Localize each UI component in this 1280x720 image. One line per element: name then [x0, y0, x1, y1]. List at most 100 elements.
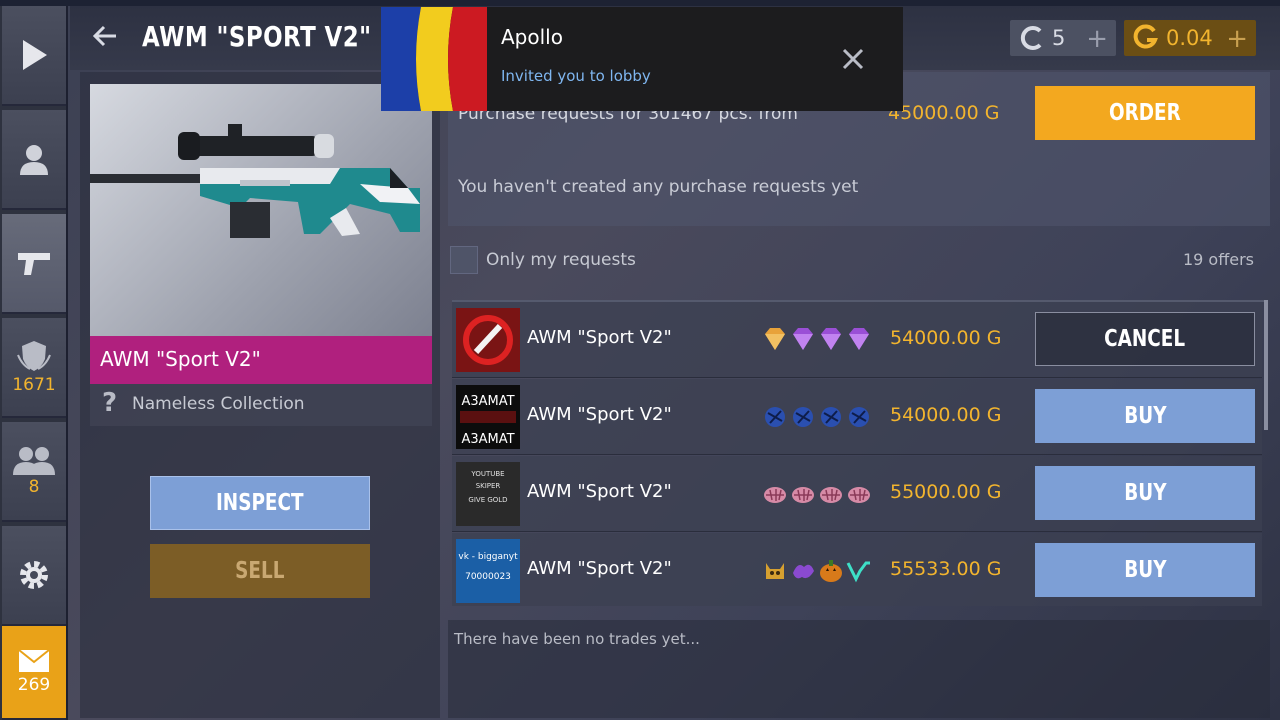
gold-balance: 0.04 + — [1124, 20, 1256, 56]
gear-icon — [20, 561, 48, 589]
pistol-icon — [18, 253, 50, 275]
offer-row: vk - bigganyt 70000023 AWM "Sport V2" 55… — [452, 533, 1262, 606]
only-my-requests-label[interactable]: Only my requests — [486, 250, 636, 270]
rank-value: 1671 — [12, 375, 56, 395]
dragon-badge-icon — [793, 564, 814, 579]
friends-button[interactable]: 8 — [2, 422, 66, 522]
play-icon — [23, 40, 47, 70]
order-button[interactable]: ORDER — [1035, 86, 1255, 140]
sell-button[interactable]: SELL — [150, 544, 370, 598]
offer-item-name: AWM "Sport V2" — [527, 327, 672, 348]
offer-price: 55533.00 G — [890, 558, 1002, 580]
mail-icon — [18, 649, 50, 672]
seller-avatar: A3AMAT A3AMAT — [456, 385, 520, 449]
item-panel: AWM "Sport V2" ? Nameless Collection INS… — [80, 72, 440, 718]
shell-badge-icon — [764, 487, 786, 503]
settings-button[interactable] — [2, 526, 66, 626]
notification-sender: Apollo — [501, 25, 563, 49]
gold-g-icon — [1133, 24, 1158, 49]
avatar-text: SKIPER — [476, 482, 501, 490]
seller-avatar — [456, 308, 520, 372]
shell-badge-icon — [792, 487, 814, 503]
offer-row: A3AMAT A3AMAT AWM "Sport V2" 54000.00 G … — [452, 379, 1262, 455]
offer-item-name: AWM "Sport V2" — [527, 404, 672, 425]
shell-badge-icon — [848, 487, 870, 503]
sell-label: SELL — [235, 558, 285, 584]
offer-price: 55000.00 G — [890, 481, 1002, 503]
order-label: ORDER — [1109, 100, 1181, 126]
page-title: AWM "SPORT V2" — [142, 20, 372, 53]
offer-item-name: AWM "Sport V2" — [527, 481, 672, 502]
add-gold-button[interactable]: + — [1226, 24, 1248, 54]
inspect-label: INSPECT — [216, 490, 304, 516]
cancel-offer-button[interactable]: CANCEL — [1035, 312, 1255, 366]
item-name: AWM "Sport V2" — [100, 347, 261, 371]
buy-label: BUY — [1123, 480, 1167, 506]
rank-button[interactable]: 1671 — [2, 318, 66, 418]
mail-count: 269 — [17, 675, 51, 695]
orb-badge-icon — [765, 407, 785, 427]
market-main: Purchase requests for 301467 pcs. from 4… — [448, 72, 1270, 718]
diamond-badge-icon — [793, 328, 813, 350]
no-trades-message: There have been no trades yet... — [454, 630, 700, 648]
orb-badge-icon — [793, 407, 813, 427]
avatar-text: vk - bigganyt — [458, 552, 518, 562]
offer-price: 54000.00 G — [890, 404, 1002, 426]
add-coins-button[interactable]: + — [1086, 24, 1108, 54]
inventory-button[interactable] — [2, 214, 66, 314]
cat-badge-icon — [766, 563, 784, 579]
diamond-badge-icon — [821, 328, 841, 350]
buy-button[interactable]: BUY — [1035, 543, 1255, 597]
coins-balance: 5 + — [1010, 20, 1116, 56]
avatar-text: YOUTUBE — [470, 470, 504, 478]
diamond-badge-icon — [765, 328, 785, 350]
offer-item-name: AWM "Sport V2" — [527, 558, 672, 579]
min-order-price: 45000.00 G — [888, 102, 1000, 124]
profile-button[interactable] — [2, 110, 66, 210]
mail-button[interactable]: 269 — [2, 626, 66, 720]
gold-value: 0.04 — [1166, 26, 1213, 50]
question-icon: ? — [102, 388, 118, 418]
offer-row: AWM "Sport V2" 54000.00 G CANCEL — [452, 302, 1262, 378]
cancel-label: CANCEL — [1104, 326, 1186, 352]
sender-avatar — [381, 7, 487, 111]
friends-icon — [13, 447, 55, 475]
seller-avatar: vk - bigganyt 70000023 — [456, 539, 520, 603]
inspect-button[interactable]: INSPECT — [150, 476, 370, 530]
friends-count: 8 — [28, 477, 40, 497]
offer-price: 54000.00 G — [890, 327, 1002, 349]
offers-list: AWM "Sport V2" 54000.00 G CANCEL A3AMAT … — [452, 300, 1268, 606]
coins-value: 5 — [1052, 26, 1066, 50]
play-button[interactable] — [2, 6, 66, 106]
flag-avatar-icon — [381, 7, 487, 111]
coin-c-icon — [1020, 26, 1042, 50]
shell-badge-icon — [820, 487, 842, 503]
lobby-invite-notification[interactable]: Apollo Invited you to lobby — [381, 7, 903, 111]
item-rarity-bar: AWM "Sport V2" — [90, 336, 432, 384]
buy-button[interactable]: BUY — [1035, 466, 1255, 520]
buy-button[interactable]: BUY — [1035, 389, 1255, 443]
diamond-badge-icon — [849, 328, 869, 350]
sticker-badges — [762, 555, 872, 585]
sticker-badges — [762, 324, 872, 354]
offers-count: 19 offers — [1182, 250, 1254, 269]
item-image — [90, 84, 432, 336]
left-nav-rail: 1671 8 269 — [0, 6, 68, 720]
back-arrow-icon[interactable] — [92, 24, 118, 48]
avatar-text: A3AMAT — [461, 394, 514, 409]
avatar-text: GIVE GOLD — [468, 496, 507, 504]
sniper-rifle-icon — [90, 124, 420, 238]
offer-row: YOUTUBE SKIPER GIVE GOLD AWM "Sport V2" … — [452, 456, 1262, 532]
orb-badge-icon — [821, 407, 841, 427]
avatar-text: A3AMAT — [461, 432, 514, 447]
sticker-badges — [762, 401, 872, 431]
orb-badge-icon — [849, 407, 869, 427]
pumpkin-badge-icon — [820, 560, 842, 582]
collection-label: Nameless Collection — [132, 394, 305, 414]
only-my-requests-checkbox[interactable] — [450, 246, 478, 274]
offers-scrollbar[interactable] — [1264, 300, 1268, 430]
notification-message: Invited you to lobby — [501, 67, 651, 85]
buy-label: BUY — [1123, 557, 1167, 583]
close-icon[interactable] — [841, 47, 865, 71]
rank-shield-icon — [17, 341, 51, 371]
